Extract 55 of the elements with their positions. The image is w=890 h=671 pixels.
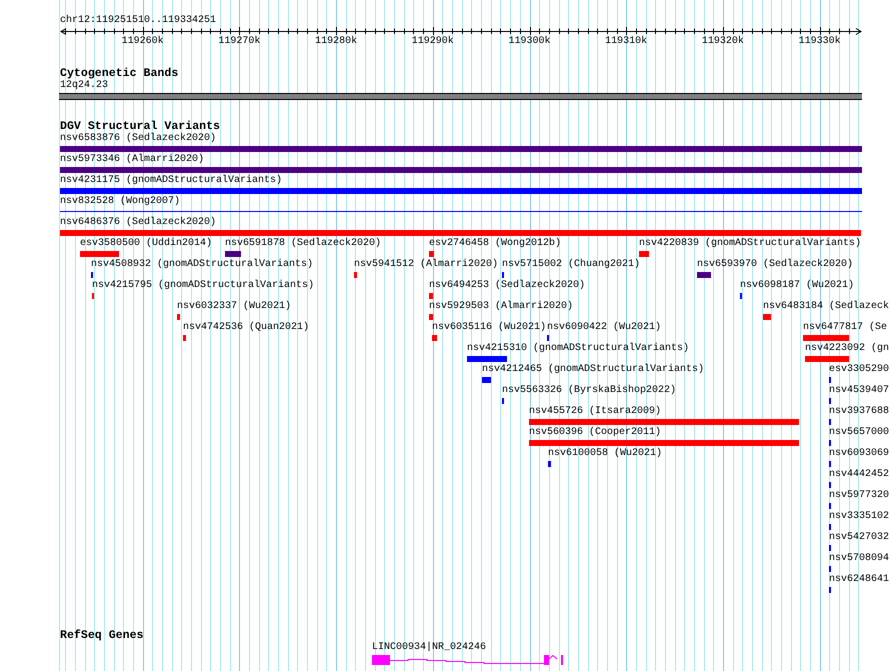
variant-label: nsv4442452	[829, 469, 890, 481]
tick-label: 119330k	[798, 36, 841, 48]
variant-label: nsv6494253 (Sedlazeck2020)	[429, 280, 586, 292]
variant-label: esv3580500 (Uddin2014)	[80, 238, 212, 250]
gene-label: LINC00934|NR_024246	[372, 642, 486, 654]
tick-label: 119300k	[508, 36, 550, 48]
variant-label: esv2746458 (Wong2012b)	[429, 238, 562, 250]
variant-label: nsv4215310 (gnomADStructuralVariants)	[467, 343, 690, 355]
location-label: chr12:119251510..119334251	[60, 15, 216, 27]
variant-label: nsv5657000	[829, 427, 890, 439]
variant-label: nsv4215795 (gnomADStructuralVariants)	[92, 280, 314, 292]
variant-label: nsv4223092 (gn	[805, 343, 890, 355]
variant-label: nsv6090422 (Wu2021)	[547, 322, 662, 334]
variant-label: nsv4220839 (gnomADStructuralVariants)	[639, 238, 862, 250]
variant-label: nsv4231175 (gnomADStructuralVariants)	[60, 175, 282, 187]
variant-label: nsv5973346 (Almarri2020)	[60, 154, 204, 166]
tick-label: 119280k	[315, 36, 358, 48]
variant-label: nsv6093069	[829, 448, 890, 460]
variant-label: nsv6477817 (Se	[803, 322, 888, 334]
variant-label: esv3305290	[829, 364, 890, 376]
variant-label: nsv3937688	[829, 406, 890, 418]
variant-label: nsv6483184 (Sedlazeck	[763, 301, 890, 313]
variant-label: nsv4212465 (gnomADStructuralVariants)	[482, 364, 704, 376]
variant-label: nsv4508932 (gnomADStructuralVariants)	[91, 259, 314, 271]
track-title: Cytogenetic Bands	[60, 68, 178, 80]
variant-label: nsv560396 (Cooper2011)	[529, 427, 662, 439]
variant-label: nsv5929503 (Almarri2020)	[429, 301, 574, 313]
track-title: RefSeq Genes	[60, 630, 144, 642]
variant-label: nsv6248641	[829, 574, 890, 586]
variant-label: nsv4742536 (Quan2021)	[183, 322, 310, 334]
tick-label: 119320k	[702, 36, 744, 48]
variant-label: nsv6591878 (Sedlazeck2020)	[225, 238, 382, 250]
variant-label: nsv6100058 (Wu2021)	[548, 448, 662, 460]
variant-label: nsv5563326 (ByrskaBishop2022)	[502, 385, 676, 397]
variant-label: nsv455726 (Itsara2009)	[529, 406, 662, 418]
variant-label: nsv5715002 (Chuang2021)	[502, 259, 640, 271]
variant-label: nsv4539407	[829, 385, 890, 397]
tick-label: 119260k	[122, 36, 164, 48]
tick-label: 119290k	[412, 36, 454, 48]
variant-label: nsv6486376 (Sedlazeck2020)	[60, 217, 216, 229]
variant-label: nsv5977320	[829, 490, 890, 502]
track-title: DGV Structural Variants	[60, 121, 220, 133]
variant-label: nsv6593970 (Sedlazeck2020)	[697, 259, 854, 271]
variant-label: nsv5708094	[829, 553, 890, 565]
tick-label: 119310k	[605, 36, 648, 48]
variant-label: nsv3335102	[829, 511, 890, 523]
tick-label: 119270k	[218, 36, 260, 48]
variant-label: nsv5941512 (Almarri2020)	[354, 259, 498, 271]
variant-label: nsv6098187 (Wu2021)	[740, 280, 854, 292]
variant-label: nsv6032337 (Wu2021)	[177, 301, 292, 313]
variant-label: nsv832528 (Wong2007)	[60, 196, 180, 208]
variant-label: nsv5427032	[829, 532, 890, 544]
variant-label: nsv6035116 (Wu2021)	[432, 322, 546, 334]
variant-label: nsv6583876 (Sedlazeck2020)	[60, 133, 216, 145]
band-label: 12q24.23	[60, 80, 108, 92]
